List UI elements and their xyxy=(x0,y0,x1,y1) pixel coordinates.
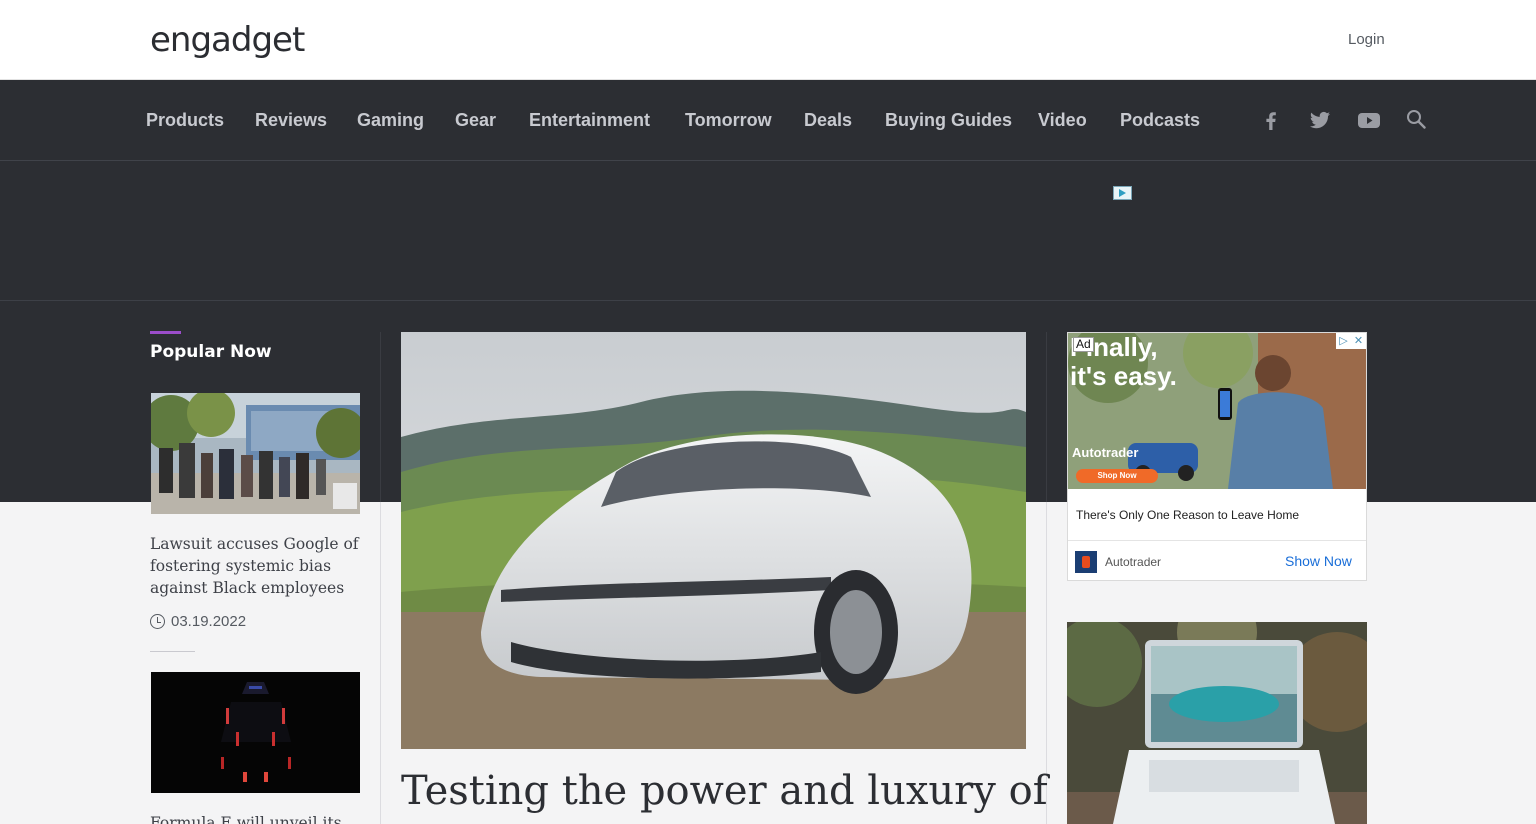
advertiser-logo-icon xyxy=(1075,551,1097,573)
ad-label: Ad xyxy=(1073,337,1094,352)
article-thumbnail[interactable] xyxy=(1067,622,1367,824)
login-link[interactable]: Login xyxy=(1348,31,1385,48)
ad-image[interactable]: Finally, it's easy. Autotrader Shop Now … xyxy=(1068,333,1366,489)
ad-description[interactable]: There's Only One Reason to Leave Home xyxy=(1076,508,1299,522)
nav-item-podcasts[interactable]: Podcasts xyxy=(1120,108,1200,132)
adchoices-icon[interactable] xyxy=(1113,186,1132,200)
story-date: 03.19.2022 xyxy=(150,613,246,630)
close-icon[interactable]: ✕ xyxy=(1351,333,1366,349)
engadget-logo[interactable]: engadget xyxy=(150,20,305,60)
advertiser-name[interactable]: Autotrader xyxy=(1105,555,1161,569)
story-date-text: 03.19.2022 xyxy=(171,613,247,630)
nav-item-products[interactable]: Products xyxy=(146,108,224,132)
youtube-icon[interactable] xyxy=(1357,108,1381,132)
divider xyxy=(150,651,195,652)
divider xyxy=(1068,540,1366,541)
search-icon[interactable] xyxy=(1404,108,1428,132)
story-title[interactable]: Lawsuit accuses Google of fostering syst… xyxy=(150,533,362,599)
ad-brand-overlay: Autotrader xyxy=(1072,445,1139,460)
main-nav: Products Reviews Gaming Gear Entertainme… xyxy=(0,80,1536,161)
top-ad-area xyxy=(0,161,1536,301)
hero-headline[interactable]: Testing the power and luxury of xyxy=(401,766,1048,816)
story-thumbnail[interactable] xyxy=(151,393,360,514)
nav-item-gaming[interactable]: Gaming xyxy=(357,108,424,132)
adchoices-icon[interactable]: ▷ xyxy=(1336,333,1351,349)
nav-item-video[interactable]: Video xyxy=(1038,108,1087,132)
twitter-icon[interactable] xyxy=(1308,108,1332,132)
nav-item-buying-guides[interactable]: Buying Guides xyxy=(885,108,1012,132)
popular-now-heading: Popular Now xyxy=(150,342,272,362)
hero-image[interactable] xyxy=(401,332,1026,749)
top-header: engadget Login xyxy=(0,0,1536,80)
nav-item-tomorrow[interactable]: Tomorrow xyxy=(685,108,772,132)
story-thumbnail[interactable] xyxy=(151,672,360,793)
ad-controls: ▷ ✕ xyxy=(1336,333,1366,349)
nav-item-entertainment[interactable]: Entertainment xyxy=(529,108,650,132)
show-now-button[interactable]: Show Now xyxy=(1285,553,1352,569)
column-divider xyxy=(380,502,381,824)
nav-item-reviews[interactable]: Reviews xyxy=(255,108,327,132)
clock-icon xyxy=(150,614,165,629)
ad-shop-button[interactable]: Shop Now xyxy=(1076,469,1158,483)
story-title[interactable]: Formula E will unveil its Gen3 xyxy=(150,812,362,824)
nav-item-gear[interactable]: Gear xyxy=(455,108,496,132)
facebook-icon[interactable] xyxy=(1259,108,1283,132)
sidebar-ad[interactable]: Finally, it's easy. Autotrader Shop Now … xyxy=(1067,332,1367,581)
nav-item-deals[interactable]: Deals xyxy=(804,108,852,132)
section-accent-bar xyxy=(150,331,181,334)
